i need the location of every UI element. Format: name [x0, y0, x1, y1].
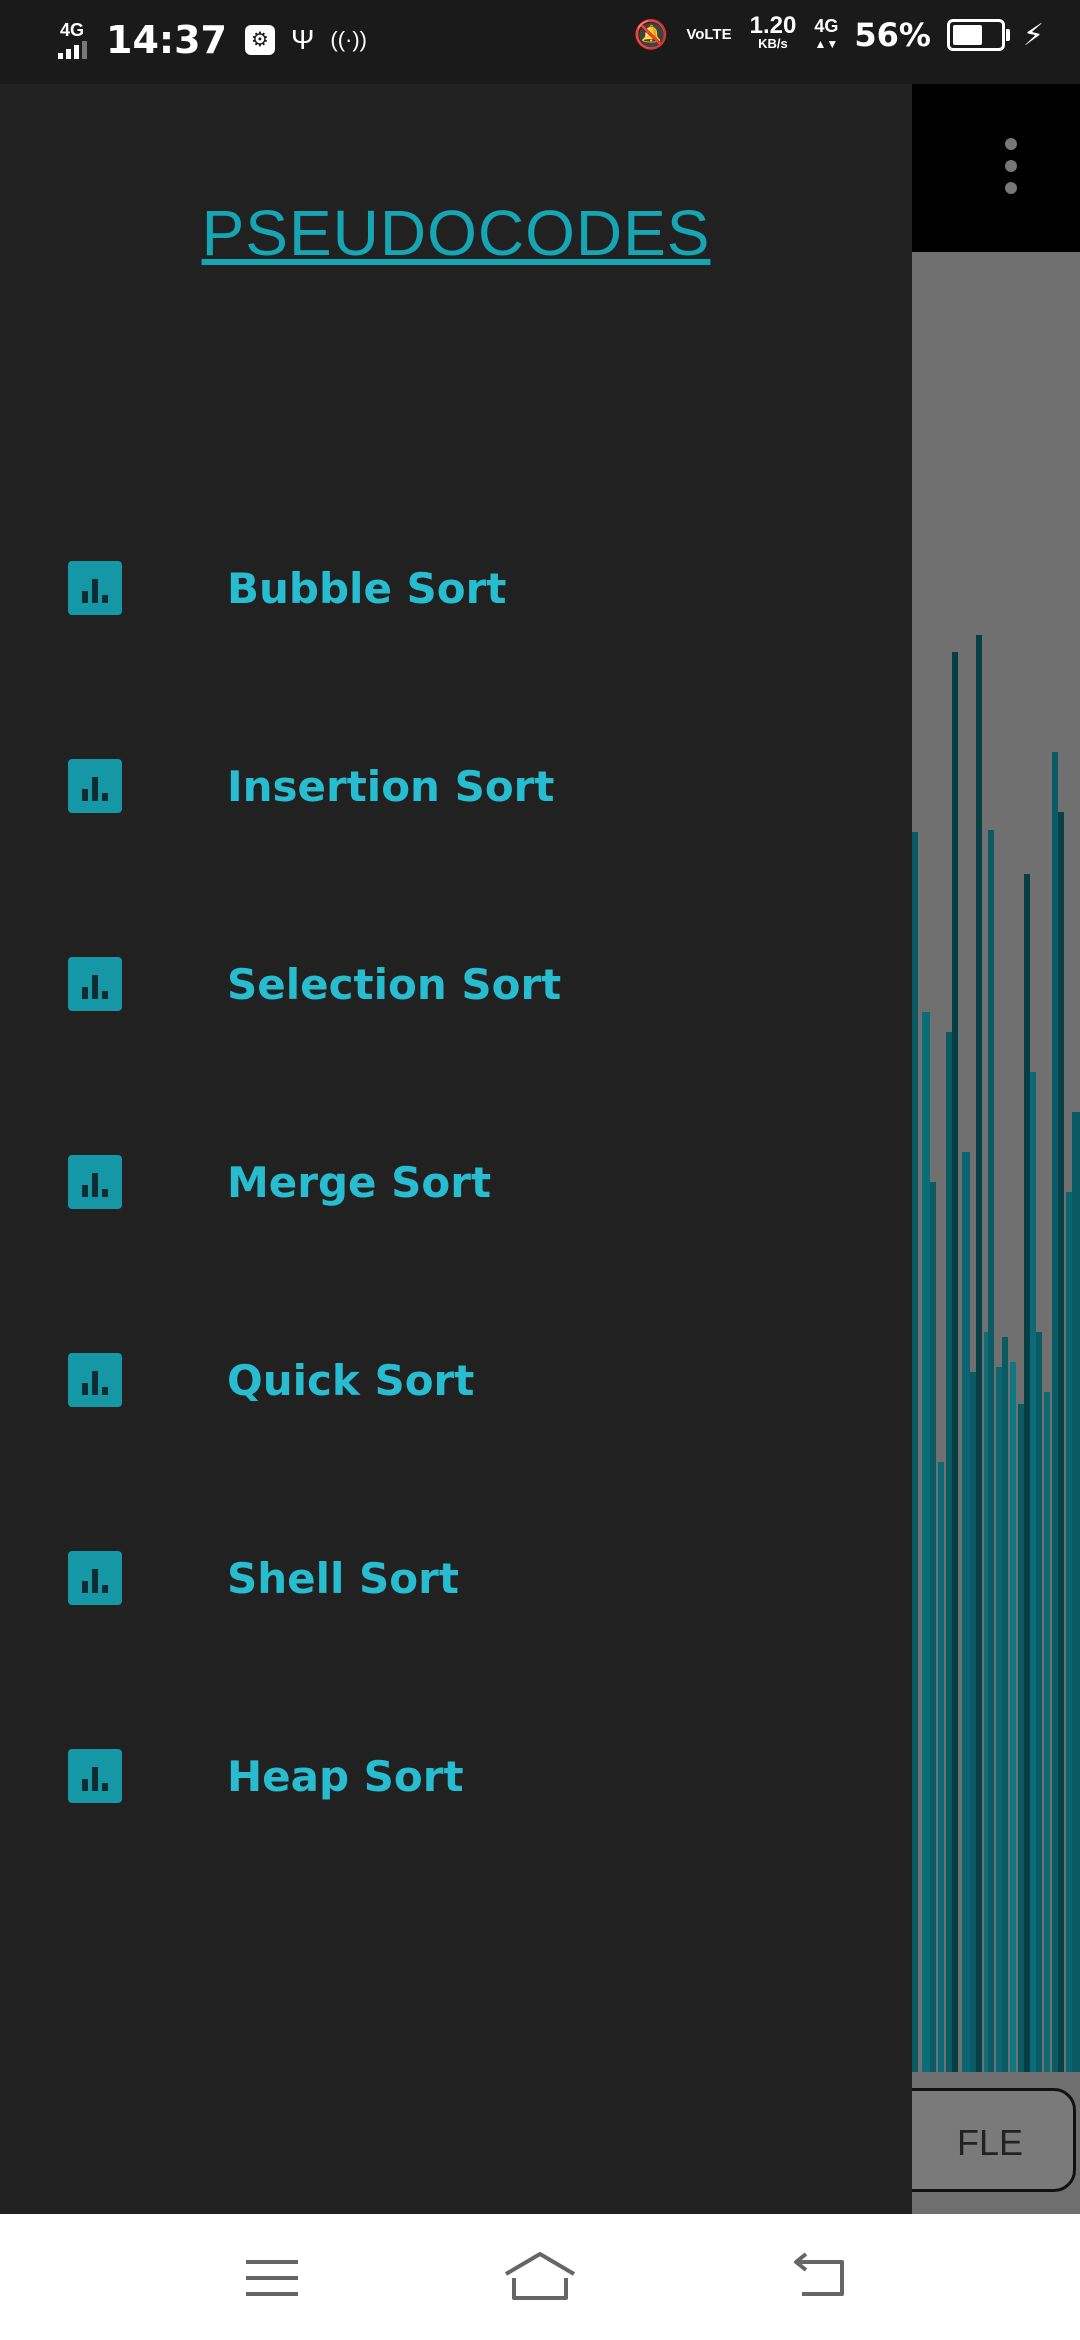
usb-icon: Ψ — [290, 24, 315, 55]
bar-chart-icon — [68, 561, 122, 615]
bar-chart-icon — [68, 1551, 122, 1605]
bar-chart-icon — [68, 957, 122, 1011]
mobile-data-icon: 4G ▲▼ — [814, 16, 839, 51]
mute-notifications-icon: 🔕 — [633, 19, 669, 50]
menu-icon[interactable] — [232, 2244, 312, 2310]
screen: FLE 4G 14:37 ⚙ Ψ ((·)) 🔕 VoLTE 1.20 KB/s… — [0, 0, 1080, 2340]
menu-item-label: Selection Sort — [227, 959, 562, 1009]
home-icon[interactable] — [500, 2244, 580, 2310]
menu-item-selection-sort[interactable]: Selection Sort — [0, 914, 912, 1054]
battery-icon — [946, 19, 1010, 51]
drawer-title: PSEUDOCODES — [201, 197, 711, 269]
menu-item-heap-sort[interactable]: Heap Sort — [0, 1706, 912, 1846]
volte-icon: VoLTE — [686, 26, 732, 43]
battery-percent: 56% — [854, 16, 931, 54]
overflow-menu-icon[interactable] — [1004, 138, 1018, 194]
menu-item-merge-sort[interactable]: Merge Sort — [0, 1112, 912, 1252]
navigation-drawer: PSEUDOCODES Bubble Sort Insertion Sort S… — [0, 84, 912, 2214]
hotspot-icon: ((·)) — [330, 27, 368, 52]
bar-chart-icon — [68, 1155, 122, 1209]
status-bar: 4G 14:37 ⚙ Ψ ((·)) 🔕 VoLTE 1.20 KB/s 4G … — [0, 0, 1080, 84]
menu-item-label: Shell Sort — [227, 1553, 459, 1603]
menu-item-insertion-sort[interactable]: Insertion Sort — [0, 716, 912, 856]
bar-chart-icon — [68, 1749, 122, 1803]
menu-item-bubble-sort[interactable]: Bubble Sort — [0, 518, 912, 658]
menu-item-quick-sort[interactable]: Quick Sort — [0, 1310, 912, 1450]
menu-item-label: Merge Sort — [227, 1157, 492, 1207]
menu-item-label: Quick Sort — [227, 1355, 475, 1405]
network-speed: 1.20 KB/s — [749, 12, 797, 53]
charging-icon: ⚡ — [1022, 18, 1044, 52]
cellular-signal-icon: 4G — [58, 21, 92, 59]
menu-item-shell-sort[interactable]: Shell Sort — [0, 1508, 912, 1648]
bar-chart-icon — [68, 1353, 122, 1407]
menu-item-label: Bubble Sort — [227, 563, 507, 613]
network-type-label-2: 4G — [814, 16, 839, 36]
usb-settings-icon: ⚙ — [244, 25, 275, 55]
back-icon[interactable] — [782, 2244, 862, 2310]
menu-item-label: Insertion Sort — [227, 761, 555, 811]
system-navigation-bar — [0, 2214, 1080, 2340]
bar-chart-icon — [68, 759, 122, 813]
menu-item-label: Heap Sort — [227, 1751, 464, 1801]
clock: 14:37 — [106, 18, 227, 62]
network-speed-value: 1.20 — [749, 12, 797, 39]
network-type-label: 4G — [60, 20, 85, 40]
